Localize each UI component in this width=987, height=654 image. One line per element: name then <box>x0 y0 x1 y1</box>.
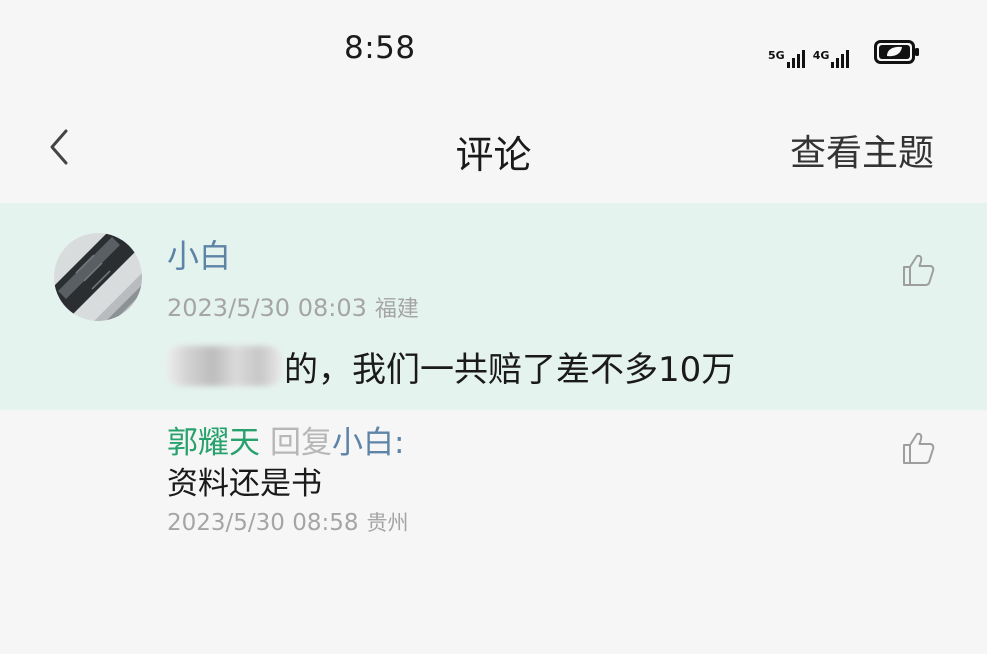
laptop-avatar-image <box>54 233 142 321</box>
comment-author[interactable]: 小白 <box>167 231 231 277</box>
signal-5g-icon: 5G <box>768 50 805 68</box>
status-time: 8:58 <box>344 30 416 66</box>
status-bar: 8:58 5G 4G <box>0 0 987 100</box>
signal-5g-label: 5G <box>768 49 785 62</box>
battery-charging-icon <box>874 40 919 64</box>
reply-date: 2023/5/30 08:58 <box>167 510 359 536</box>
reply-header: 郭耀天 回复小白: <box>167 417 404 462</box>
comment-meta: 2023/5/30 08:03 福建 <box>167 291 419 323</box>
avatar[interactable] <box>54 233 142 321</box>
reply-meta: 2023/5/30 08:58 贵州 <box>167 507 409 537</box>
comment-location: 福建 <box>374 297 419 322</box>
reply-target[interactable]: 小白 <box>332 425 394 461</box>
comment-like-icon[interactable] <box>900 252 936 288</box>
reply-colon: : <box>394 425 405 461</box>
comment-content: 的，我们一共赔了差不多10万 <box>167 344 736 390</box>
signal-4g-icon: 4G <box>813 50 850 68</box>
redacted-text-blur <box>167 346 282 386</box>
reply-word: 回复 <box>270 425 332 461</box>
signal-indicators: 5G 4G <box>768 36 850 68</box>
view-topic-button[interactable]: 查看主题 <box>790 124 934 176</box>
reply-like-icon[interactable] <box>900 430 936 466</box>
reply-author[interactable]: 郭耀天 <box>167 425 260 461</box>
comment-date: 2023/5/30 08:03 <box>167 294 367 322</box>
signal-4g-label: 4G <box>812 49 830 62</box>
reply-content: 资料还是书 <box>167 466 322 502</box>
reply-location: 贵州 <box>366 511 409 535</box>
comment-content-text: 的，我们一共赔了差不多10万 <box>284 349 736 390</box>
